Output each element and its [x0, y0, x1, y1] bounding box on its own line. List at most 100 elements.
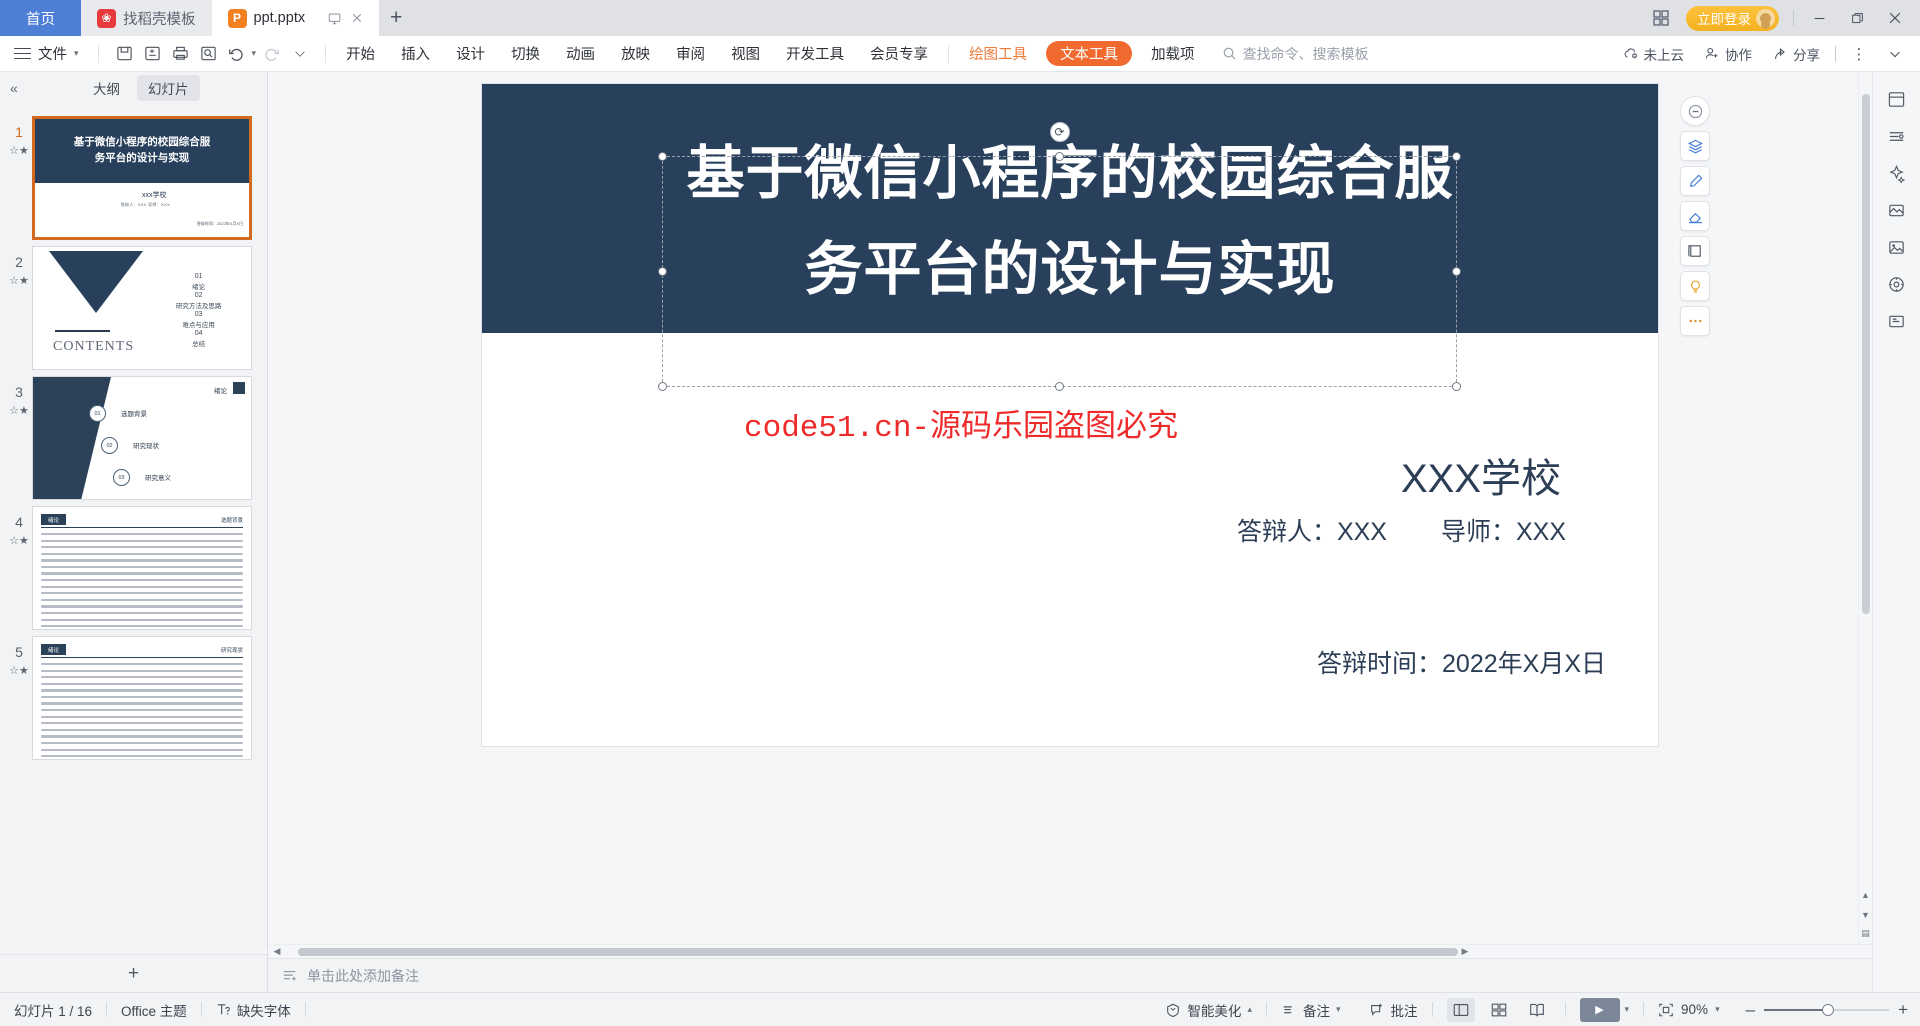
scroll-to-end-icon[interactable]: ▤	[1859, 924, 1872, 942]
notes-toggle-button[interactable]: 备注 ▾	[1267, 1000, 1355, 1020]
thumbnail-row-2[interactable]: 2 ☆★ CONTENTS 01 绪论 02 研究方法及思路 03 难点与应用 …	[0, 240, 267, 370]
ai-magic-icon[interactable]	[1880, 156, 1914, 190]
canvas-horizontal-scrollbar[interactable]: ◀ ▶	[268, 944, 1872, 958]
zoom-dropdown-icon[interactable]: ▾	[1715, 1004, 1720, 1015]
thumbnail-row-3[interactable]: 3 ☆★ 绪论 01 选题背景 02 研究现状 03 研究意义	[0, 370, 267, 500]
layers-icon[interactable]	[1680, 131, 1710, 161]
brush-icon[interactable]	[1680, 166, 1710, 196]
thumbnail-4[interactable]: 绪论 选题背景	[32, 506, 252, 630]
login-button[interactable]: 立即登录	[1686, 5, 1779, 31]
thumbnail-row-4[interactable]: 4 ☆★ 绪论 选题背景	[0, 500, 267, 630]
ribbon-tab-animation[interactable]: 动画	[553, 36, 608, 72]
cloud-status-button[interactable]: 未上云	[1614, 44, 1694, 64]
resize-handle-n[interactable]	[1054, 152, 1064, 161]
thumbnail-2[interactable]: CONTENTS 01 绪论 02 研究方法及思路 03 难点与应用 04 总结	[32, 246, 252, 370]
file-menu-button[interactable]: 文件 ▾	[0, 43, 91, 64]
scroll-next-slide-icon[interactable]: ▼	[1859, 906, 1872, 924]
redo-icon[interactable]	[259, 41, 284, 66]
slide-date-text[interactable]: 答辩时间：2022年X月X日	[1317, 644, 1606, 680]
tab-slides[interactable]: 幻灯片	[137, 75, 200, 101]
ribbon-more-icon[interactable]: ⋮	[1842, 36, 1876, 72]
new-tab-button[interactable]: +	[379, 0, 414, 36]
slide-canvas[interactable]: 基于微信小程序的校园综合服 务平台的设计与实现 code51.cn-源码乐园盗图…	[482, 84, 1710, 746]
close-button[interactable]	[1878, 0, 1912, 36]
ribbon-tab-developer[interactable]: 开发工具	[773, 36, 857, 72]
thumbnail-list[interactable]: 1 ☆★ 基于微信小程序的校园综合服 务平台的设计与实现 xxx学校 答辩人：X…	[0, 104, 267, 954]
thumbnail-row-5[interactable]: 5 ☆★ 绪论 研究现状	[0, 630, 267, 760]
apps-grid-icon[interactable]	[1646, 3, 1676, 33]
reading-view-icon[interactable]	[1523, 998, 1551, 1022]
print-preview-icon[interactable]	[196, 41, 221, 66]
ribbon-tab-review[interactable]: 审阅	[663, 36, 718, 72]
present-tab-icon[interactable]	[328, 12, 341, 25]
align-icon[interactable]	[1880, 119, 1914, 153]
save-icon[interactable]	[112, 41, 137, 66]
select-pane-icon[interactable]	[1880, 82, 1914, 116]
ribbon-tab-start[interactable]: 开始	[333, 36, 388, 72]
ribbon-collapse-icon[interactable]	[1878, 36, 1912, 72]
resize-handle-nw[interactable]	[658, 152, 667, 161]
start-slideshow-button[interactable]: ▶	[1579, 997, 1620, 1022]
ribbon-tab-view[interactable]: 视图	[718, 36, 773, 72]
resize-handle-se[interactable]	[1452, 382, 1461, 391]
slide-school-text[interactable]: XXX学校	[1401, 446, 1561, 504]
design-ideas-icon[interactable]	[1880, 267, 1914, 301]
share-button[interactable]: 分享	[1763, 44, 1829, 64]
chevron-down-icon[interactable]: ▾	[1336, 1004, 1341, 1015]
ribbon-tab-insert[interactable]: 插入	[388, 36, 443, 72]
ribbon-tab-member[interactable]: 会员专享	[857, 36, 941, 72]
slide-counter[interactable]: 幻灯片 1 / 16	[0, 1000, 106, 1020]
tab-home[interactable]: 首页	[0, 0, 81, 36]
thumbnail-5[interactable]: 绪论 研究现状	[32, 636, 252, 760]
scroll-left-icon[interactable]: ◀	[270, 946, 284, 957]
hscrollbar-thumb[interactable]	[298, 947, 1458, 956]
customize-toolbar-icon[interactable]	[287, 41, 312, 66]
collaborate-button[interactable]: 协作	[1695, 44, 1761, 64]
tab-dock-template[interactable]: ❀ 找稻壳模板	[81, 0, 212, 36]
canvas-vertical-scrollbar[interactable]: ▲ ▼ ▤	[1858, 72, 1872, 944]
ribbon-search[interactable]: 查找命令、搜索模板	[1208, 44, 1369, 64]
rotate-handle-icon[interactable]: ⟳	[1049, 122, 1070, 142]
ribbon-tab-design[interactable]: 设计	[443, 36, 498, 72]
resize-handle-w[interactable]	[658, 266, 667, 276]
zoom-in-button[interactable]: +	[1898, 1000, 1908, 1020]
picture-icon[interactable]	[1880, 230, 1914, 264]
tab-ppt-file[interactable]: P ppt.pptx	[211, 0, 380, 36]
scroll-right-icon[interactable]: ▶	[1458, 946, 1472, 957]
resize-handle-ne[interactable]	[1452, 152, 1461, 161]
notes-pane[interactable]: 单击此处添加备注	[268, 958, 1872, 992]
zoom-knob[interactable]	[1822, 1003, 1835, 1016]
play-dropdown-icon[interactable]: ▾	[1625, 1004, 1630, 1015]
ribbon-tab-drawing-tools[interactable]: 绘图工具	[956, 36, 1040, 72]
restore-button[interactable]	[1840, 0, 1874, 36]
slide-people-text[interactable]: 答辩人：XXX 导师：XXX	[1237, 512, 1566, 548]
save-as-cloud-icon[interactable]	[140, 41, 165, 66]
scrollbar-thumb[interactable]	[1862, 94, 1870, 614]
zoom-level-label[interactable]: 90%	[1681, 1002, 1708, 1017]
shape-format-icon[interactable]	[1880, 193, 1914, 227]
missing-font-button[interactable]: 缺失字体	[202, 1000, 305, 1020]
minimize-button[interactable]	[1802, 0, 1836, 36]
ribbon-tab-transition[interactable]: 切换	[498, 36, 553, 72]
resize-handle-e[interactable]	[1452, 266, 1461, 276]
slide-sorter-icon[interactable]	[1485, 998, 1513, 1022]
fit-to-window-icon[interactable]	[1658, 1002, 1674, 1018]
fullscreen-preview-icon[interactable]	[1880, 304, 1914, 338]
thumbnail-1[interactable]: 基于微信小程序的校园综合服 务平台的设计与实现 xxx学校 答辩人：XXX 导师…	[32, 116, 252, 240]
ribbon-tab-addins[interactable]: 加载项	[1138, 36, 1208, 72]
thumbnail-3[interactable]: 绪论 01 选题背景 02 研究现状 03 研究意义	[32, 376, 252, 500]
normal-view-icon[interactable]	[1446, 997, 1475, 1022]
zoom-slider[interactable]: – +	[1734, 1000, 1920, 1020]
theme-button[interactable]: Office 主题	[107, 1000, 201, 1020]
zoom-track[interactable]	[1764, 1003, 1890, 1016]
hide-toolbar-icon[interactable]	[1680, 96, 1710, 126]
selection-frame[interactable]: ⟳	[658, 122, 1461, 391]
comment-button[interactable]: 批注	[1355, 1000, 1432, 1020]
close-tab-icon[interactable]	[351, 12, 363, 24]
ribbon-tab-text-tools[interactable]: 文本工具	[1046, 41, 1133, 66]
more-options-icon[interactable]	[1680, 306, 1710, 336]
chevron-up-icon[interactable]: ▴	[1247, 1004, 1252, 1015]
smart-beautify-button[interactable]: 智能美化 ▴	[1151, 1000, 1266, 1020]
zoom-out-button[interactable]: –	[1746, 1000, 1755, 1020]
print-icon[interactable]	[168, 41, 193, 66]
